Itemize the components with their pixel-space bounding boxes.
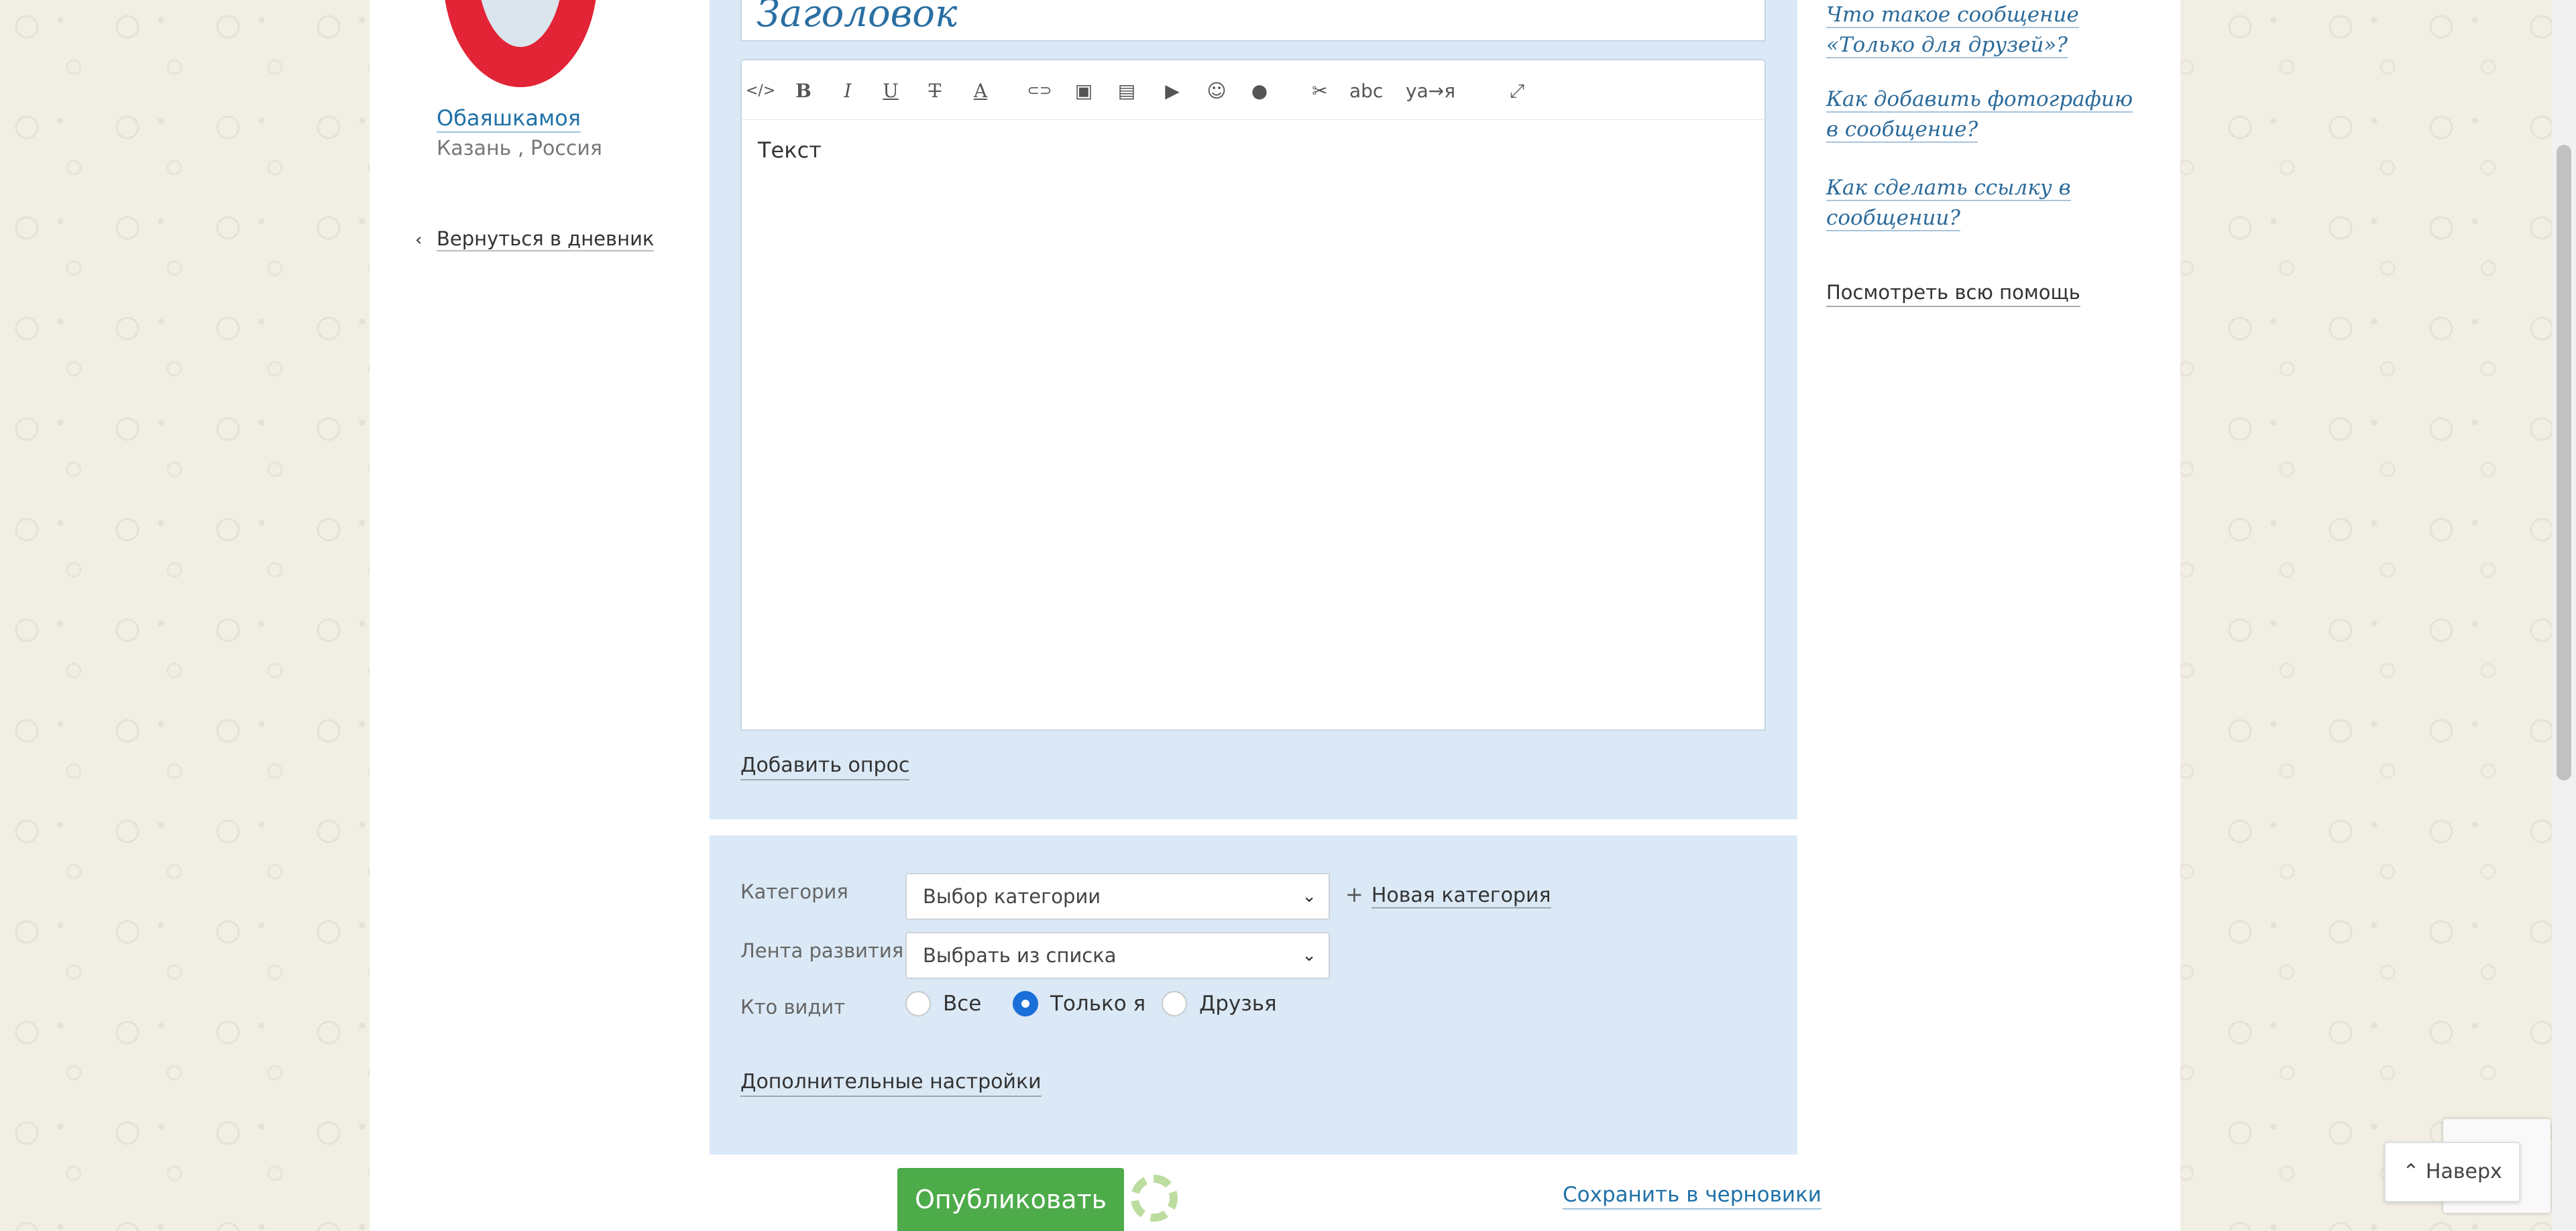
radio-button[interactable] <box>1162 991 1187 1016</box>
extra-settings-link[interactable]: Дополнительные настройки <box>740 1069 1042 1097</box>
help-link-label: Что такое сообщение «Только для друзей»? <box>1826 3 2079 58</box>
help-link-make-link[interactable]: Как сделать ссылку в сообщении? <box>1826 173 2135 233</box>
settings-panel: Категория Выбор категории ⌄ + Новая катег… <box>710 835 1797 1155</box>
fullscreen-icon[interactable]: ⤢ <box>1504 76 1530 106</box>
help-link-label: Как добавить фотографию в сообщение? <box>1826 87 2133 143</box>
italic-icon[interactable]: I <box>834 76 861 106</box>
publish-button[interactable]: Опубликовать <box>897 1168 1124 1231</box>
plus-icon: + <box>1345 882 1363 907</box>
category-label: Категория <box>740 880 848 903</box>
visibility-option-label: Друзья <box>1199 992 1277 1016</box>
strikethrough-icon[interactable]: T <box>921 76 948 106</box>
emoji-icon[interactable]: ☺ <box>1203 76 1230 106</box>
back-to-top-label: Наверх <box>2425 1160 2502 1183</box>
text-area[interactable]: Текст <box>740 119 1766 731</box>
radio-button[interactable] <box>905 991 931 1016</box>
new-category-label: Новая категория <box>1371 884 1551 908</box>
gallery-icon[interactable]: ▤ <box>1113 76 1140 106</box>
view-all-help-link[interactable]: Посмотреть всю помощь <box>1826 279 2080 307</box>
back-to-diary-link[interactable]: ‹ Вернуться в дневник <box>415 225 655 253</box>
feed-label: Лента развития <box>740 939 904 962</box>
chevron-down-icon: ⌄ <box>1302 886 1317 906</box>
text-color-icon[interactable]: A <box>967 76 994 106</box>
title-input[interactable]: Заголовок <box>740 0 1766 42</box>
loading-spinner-icon <box>1131 1175 1178 1222</box>
category-select-value: Выбор категории <box>923 885 1101 908</box>
help-link-label: Как сделать ссылку в сообщении? <box>1826 176 2071 231</box>
visibility-option-friends[interactable]: Друзья <box>1162 991 1277 1016</box>
username-link[interactable]: Обаяшкамоя <box>437 105 581 133</box>
help-link-add-photo[interactable]: Как добавить фотографию в сообщение? <box>1826 84 2135 145</box>
scrollbar[interactable] <box>2552 0 2576 1231</box>
radio-button-checked[interactable] <box>1013 991 1038 1016</box>
editor-panel: Заголовок </> B I U T A ⊂⊃ ▣ ▤ ▶ ☺ ● ✂ a… <box>710 0 1797 819</box>
category-select[interactable]: Выбор категории ⌄ <box>905 873 1330 920</box>
new-category-link[interactable]: + Новая категория <box>1345 881 1551 909</box>
html-code-icon[interactable]: </> <box>746 76 775 106</box>
transliteration-icon[interactable]: ya→я <box>1406 76 1455 106</box>
chevron-left-icon: ‹ <box>415 230 423 250</box>
save-draft-link[interactable]: Сохранить в черновики <box>1563 1181 1822 1210</box>
help-link-friends-only[interactable]: Что такое сообщение «Только для друзей»? <box>1826 0 2135 60</box>
chevron-down-icon: ⌄ <box>1302 945 1317 965</box>
video-icon[interactable]: ▶ <box>1159 76 1186 106</box>
underline-icon[interactable]: U <box>877 76 904 106</box>
scroll-thumb[interactable] <box>2557 145 2571 780</box>
visibility-option-all[interactable]: Все <box>905 991 981 1016</box>
feed-select-value: Выбрать из списка <box>923 944 1117 967</box>
back-to-diary-label: Вернуться в дневник <box>437 227 655 251</box>
editor-toolbar: </> B I U T A ⊂⊃ ▣ ▤ ▶ ☺ ● ✂ abc ya→я ⤢ <box>740 59 1766 121</box>
back-to-top-button[interactable]: ⌃ Наверх <box>2384 1142 2520 1202</box>
image-icon[interactable]: ▣ <box>1070 76 1097 106</box>
user-location: Казань , Россия <box>437 137 602 160</box>
bold-icon[interactable]: B <box>790 76 817 106</box>
link-icon[interactable]: ⊂⊃ <box>1026 76 1053 106</box>
page-content: Обаяшкамоя Казань , Россия ‹ Вернуться в … <box>370 0 2180 1231</box>
spellcheck-icon[interactable]: abc <box>1349 76 1383 106</box>
cut-icon[interactable]: ✂ <box>1306 76 1333 106</box>
visibility-option-label: Все <box>943 992 982 1016</box>
chevron-up-icon: ⌃ <box>2402 1160 2426 1183</box>
feed-select[interactable]: Выбрать из списка ⌄ <box>905 932 1330 979</box>
visibility-option-label: Только я <box>1050 992 1146 1016</box>
visibility-label: Кто видит <box>740 996 846 1018</box>
visibility-option-only-me[interactable]: Только я <box>1013 991 1145 1016</box>
user-mention-icon[interactable]: ● <box>1246 76 1273 106</box>
add-poll-link[interactable]: Добавить опрос <box>740 752 910 780</box>
